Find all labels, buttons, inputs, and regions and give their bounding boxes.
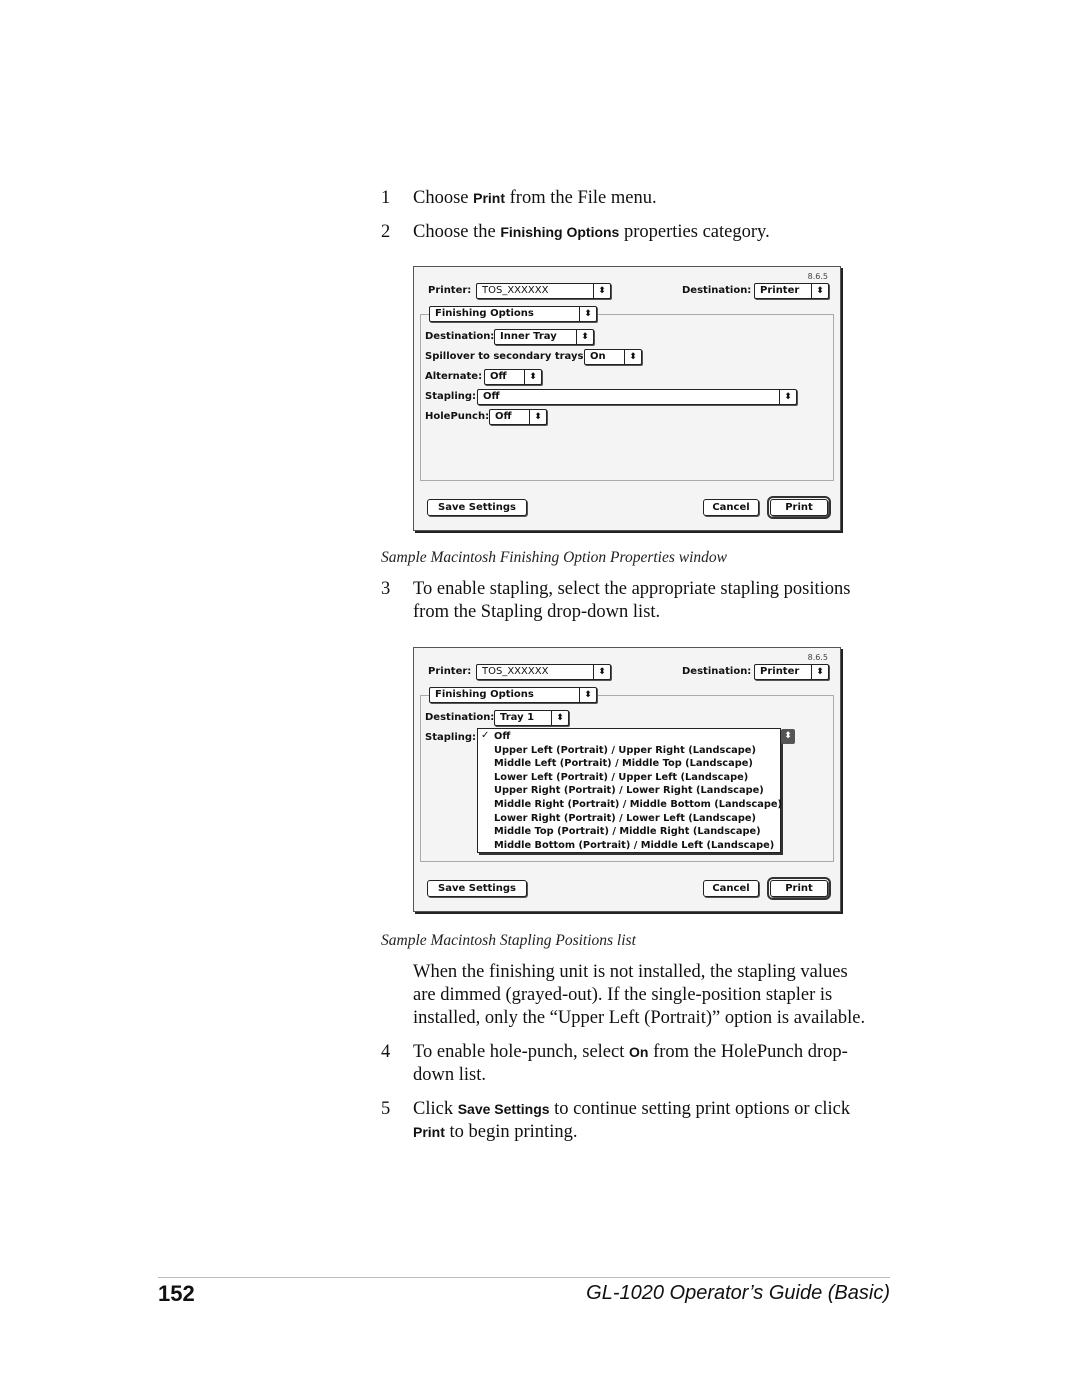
stapling-option[interactable]: Middle Top (Portrait) / Middle Right (La… — [494, 825, 761, 839]
note-line: When the finishing unit is not installed… — [413, 962, 848, 982]
category-value: Finishing Options — [435, 689, 534, 700]
stapling-label: Stapling: — [425, 391, 477, 402]
step-text: Click — [413, 1099, 458, 1119]
stapling-option[interactable]: Upper Right (Portrait) / Lower Right (La… — [494, 784, 764, 798]
stapling-option[interactable]: Upper Left (Portrait) / Upper Right (Lan… — [494, 744, 756, 758]
printer-label: Printer: — [428, 285, 472, 296]
save-settings-button[interactable]: Save Settings — [427, 880, 527, 897]
step-text: to begin printing. — [444, 1122, 578, 1142]
output-destination-value: Inner Tray — [500, 331, 557, 342]
cancel-button[interactable]: Cancel — [703, 499, 759, 516]
ui-term-save-settings: Save Settings — [457, 1101, 550, 1117]
stapling-positions-dialog: 8.6.5 Printer: TOS_XXXXXX ⬍ Destination:… — [413, 647, 841, 912]
ui-term-print: Print — [413, 1124, 445, 1140]
page-number: 152 — [158, 1281, 195, 1306]
popup-arrows-icon: ⬍ — [811, 284, 828, 298]
output-destination-popup[interactable]: Tray 1 ⬍ — [494, 710, 569, 726]
stapling-option[interactable]: Middle Right (Portrait) / Middle Bottom … — [494, 798, 782, 812]
step-text: Choose — [413, 188, 474, 208]
popup-arrows-icon: ⬍ — [551, 711, 568, 725]
stapling-popup[interactable]: Off ⬍ — [477, 389, 797, 405]
step-number: 5 — [381, 1099, 391, 1119]
step-text: properties category. — [619, 222, 770, 242]
output-destination-popup[interactable]: Inner Tray ⬍ — [494, 329, 594, 345]
step-text: from the Stapling drop-down list. — [413, 602, 661, 622]
popup-arrows-icon: ⬍ — [781, 729, 795, 744]
popup-arrows-icon: ⬍ — [811, 665, 828, 679]
checkmark-icon: ✓ — [481, 730, 490, 741]
step-number: 2 — [381, 222, 391, 242]
stapling-value: Off — [483, 391, 500, 402]
popup-arrows-icon: ⬍ — [593, 284, 610, 298]
destination-value: Printer — [760, 666, 800, 677]
popup-arrows-icon: ⬍ — [593, 665, 610, 679]
popup-arrows-icon: ⬍ — [524, 370, 541, 384]
stapling-option[interactable]: Lower Right (Portrait) / Lower Left (Lan… — [494, 812, 756, 826]
popup-arrows-icon: ⬍ — [779, 390, 796, 404]
category-value: Finishing Options — [435, 308, 534, 319]
holepunch-popup[interactable]: Off ⬍ — [489, 409, 547, 425]
step-text: down list. — [413, 1065, 486, 1085]
note-line: installed, only the “Upper Left (Portrai… — [413, 1008, 866, 1028]
holepunch-value: Off — [495, 411, 512, 422]
category-popup[interactable]: Finishing Options ⬍ — [429, 687, 597, 703]
popup-arrows-icon: ⬍ — [624, 350, 641, 364]
stapling-option[interactable]: Lower Left (Portrait) / Upper Left (Land… — [494, 771, 748, 785]
ui-term-finishing-options: Finishing Options — [500, 224, 620, 240]
destination-popup[interactable]: Printer ⬍ — [754, 664, 829, 680]
destination-value: Printer — [760, 285, 800, 296]
cancel-button[interactable]: Cancel — [703, 880, 759, 897]
stapling-option[interactable]: Off — [494, 730, 510, 744]
destination-label: Destination: — [682, 285, 752, 296]
footer-divider — [158, 1277, 890, 1278]
step-text: to continue setting print options or cli… — [549, 1099, 851, 1119]
popup-arrows-icon: ⬍ — [579, 307, 596, 321]
print-button[interactable]: Print — [767, 877, 831, 900]
popup-arrows-icon: ⬍ — [579, 688, 596, 702]
destination-popup[interactable]: Printer ⬍ — [754, 283, 829, 299]
step-number: 4 — [381, 1042, 391, 1062]
step-text: Choose the — [413, 222, 501, 242]
printer-value: TOS_XXXXXX — [482, 285, 549, 296]
step-text: from the File menu. — [505, 188, 657, 208]
alternate-popup[interactable]: Off ⬍ — [484, 369, 542, 385]
note-line: are dimmed (grayed-out). If the single-p… — [413, 985, 833, 1005]
step-text: To enable hole-punch, select — [413, 1042, 629, 1062]
stapling-option[interactable]: Middle Left (Portrait) / Middle Top (Lan… — [494, 757, 753, 771]
category-popup[interactable]: Finishing Options ⬍ — [429, 306, 597, 322]
destination-label: Destination: — [682, 666, 752, 677]
output-destination-label: Destination: — [425, 712, 495, 723]
spillover-value: On — [590, 351, 606, 362]
printer-popup[interactable]: TOS_XXXXXX ⬍ — [476, 664, 611, 680]
version-label: 8.6.5 — [807, 653, 828, 662]
stapling-label: Stapling: — [425, 732, 477, 743]
output-destination-label: Destination: — [425, 331, 495, 342]
printer-value: TOS_XXXXXX — [482, 666, 549, 677]
output-destination-value: Tray 1 — [500, 712, 535, 723]
print-button[interactable]: Print — [767, 496, 831, 519]
guide-title: GL-1020 Operator’s Guide (Basic) — [586, 1282, 890, 1304]
finishing-options-dialog: 8.6.5 Printer: TOS_XXXXXX ⬍ Destination:… — [413, 266, 841, 531]
ui-term-print: Print — [473, 190, 506, 206]
spillover-label: Spillover to secondary trays: — [425, 351, 588, 362]
step-text: To enable stapling, select the appropria… — [413, 579, 851, 599]
stapling-option[interactable]: Middle Bottom (Portrait) / Middle Left (… — [494, 839, 774, 853]
popup-arrows-icon: ⬍ — [529, 410, 546, 424]
alternate-label: Alternate: — [425, 371, 483, 382]
save-settings-button[interactable]: Save Settings — [427, 499, 527, 516]
ui-term-on: On — [629, 1044, 649, 1060]
step-number: 1 — [381, 188, 391, 208]
printer-popup[interactable]: TOS_XXXXXX ⬍ — [476, 283, 611, 299]
figure-caption: Sample Macintosh Finishing Option Proper… — [381, 549, 728, 566]
holepunch-label: HolePunch: — [425, 411, 490, 422]
step-number: 3 — [381, 579, 391, 599]
figure-caption: Sample Macintosh Stapling Positions list — [381, 932, 636, 949]
alternate-value: Off — [490, 371, 507, 382]
stapling-dropdown-menu[interactable]: ✓ Off Upper Left (Portrait) / Upper Righ… — [477, 728, 782, 853]
printer-label: Printer: — [428, 666, 472, 677]
popup-arrows-icon: ⬍ — [576, 330, 593, 344]
spillover-popup[interactable]: On ⬍ — [584, 349, 642, 365]
step-text: from the HolePunch drop- — [648, 1042, 848, 1062]
version-label: 8.6.5 — [807, 272, 828, 281]
